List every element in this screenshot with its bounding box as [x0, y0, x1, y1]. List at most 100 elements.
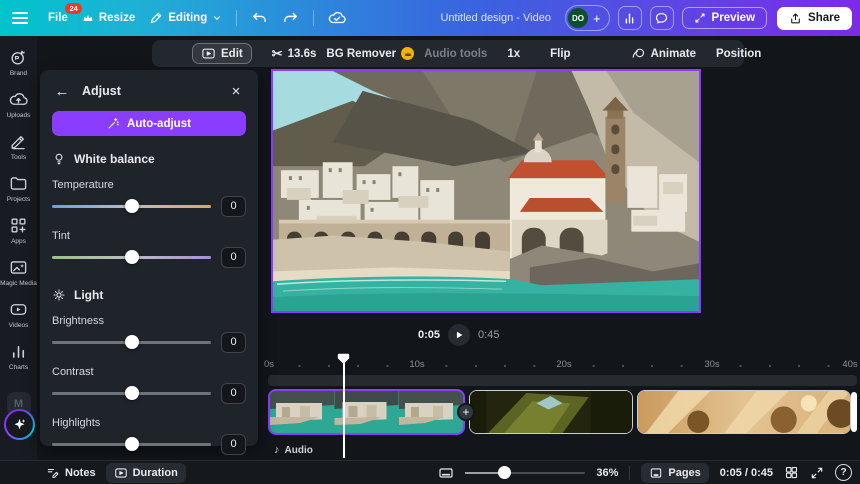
timeline-view-icon[interactable] [438, 465, 454, 481]
pages-icon [649, 466, 663, 480]
add-member-icon[interactable]: + [593, 11, 601, 26]
temperature-value[interactable]: 0 [221, 196, 246, 217]
charts-icon [9, 342, 28, 361]
fullscreen-icon[interactable] [810, 466, 824, 480]
play-button[interactable] [448, 324, 470, 346]
sidebar-item-charts[interactable]: Charts [0, 342, 37, 371]
redo-icon[interactable] [282, 10, 299, 27]
back-button[interactable]: ← [52, 81, 72, 101]
contrast-slider[interactable] [52, 392, 211, 395]
sidebar-item-brand[interactable]: Brand [0, 48, 37, 77]
file-menu-button[interactable]: File 24 [48, 12, 68, 24]
sidebar-item-apps[interactable]: Apps [0, 216, 37, 245]
notes-button[interactable]: Notes [46, 466, 96, 480]
bg-remover-button[interactable]: BG Remover [326, 47, 414, 60]
add-clip-button[interactable]: + [457, 403, 475, 421]
selected-video-canvas[interactable] [271, 69, 701, 313]
highlights-slider[interactable] [52, 443, 211, 446]
top-bar: File 24 Resize Editing Untitled design -… [0, 0, 860, 36]
auto-adjust-label: Auto-adjust [127, 118, 191, 130]
highlights-label: Highlights [52, 417, 246, 429]
timeline-clip-1-selected[interactable] [268, 389, 465, 435]
animate-button[interactable]: Animate [631, 46, 696, 61]
slider-thumb[interactable] [125, 199, 139, 213]
projects-icon [9, 174, 28, 193]
sidebar-item-label: Projects [7, 196, 30, 203]
editing-mode-dropdown[interactable]: Editing [149, 11, 222, 25]
resize-label: Resize [99, 12, 135, 24]
trim-button[interactable]: ✂ 13.6s [272, 46, 317, 62]
ruler-tick: 40s [839, 359, 860, 370]
insights-button[interactable] [618, 6, 642, 30]
preview-button[interactable]: Preview [682, 7, 767, 29]
video-edit-icon [201, 46, 216, 61]
pencil-icon [149, 11, 163, 25]
tint-slider[interactable] [52, 256, 211, 259]
brightness-slider[interactable] [52, 341, 211, 344]
ruler-tick: 10s [406, 359, 427, 370]
contrast-value[interactable]: 0 [221, 383, 246, 404]
playhead-line[interactable] [343, 355, 345, 458]
time-display: 0:05 / 0:45 [720, 467, 773, 479]
tint-value[interactable]: 0 [221, 247, 246, 268]
slider-thumb[interactable] [125, 437, 139, 451]
edit-label: Edit [221, 48, 243, 60]
audio-tools-button[interactable]: Audio tools [424, 48, 487, 60]
brand-icon [9, 48, 28, 67]
avatar[interactable]: DO [568, 8, 588, 28]
scene-strip[interactable] [268, 375, 857, 386]
help-button[interactable]: ? [835, 464, 852, 481]
ruler-tick: 30s [701, 359, 722, 370]
slider-thumb[interactable] [125, 250, 139, 264]
audio-track[interactable]: ♪ Audio [274, 444, 313, 456]
temperature-slider[interactable] [52, 205, 211, 208]
close-panel-button[interactable]: × [226, 81, 246, 101]
animate-icon [631, 46, 646, 61]
auto-adjust-button[interactable]: Auto-adjust [52, 111, 246, 136]
edit-video-button[interactable]: Edit [192, 43, 252, 64]
sidebar-item-tools[interactable]: Tools [0, 132, 37, 161]
undo-icon[interactable] [251, 10, 268, 27]
resize-button[interactable]: Resize [82, 12, 135, 24]
canva-assistant-button[interactable] [4, 409, 35, 440]
collaborators-group[interactable]: DO + [565, 5, 610, 31]
total-time: 0:45 [478, 329, 499, 341]
design-title[interactable]: Untitled design - Video [440, 12, 550, 24]
zoom-percent[interactable]: 36% [596, 467, 618, 479]
contrast-label: Contrast [52, 366, 246, 378]
sidebar-item-videos[interactable]: Videos [0, 300, 37, 329]
timeline-clip-2[interactable] [469, 390, 633, 434]
adjust-panel: ← Adjust × Auto-adjust White balance Tem… [40, 70, 258, 446]
duration-button[interactable]: Duration [106, 463, 186, 483]
highlights-value[interactable]: 0 [221, 434, 246, 455]
notes-icon [46, 466, 60, 480]
sidebar-item-magic-media[interactable]: Magic Media [0, 258, 37, 287]
main-menu-icon[interactable] [12, 12, 28, 24]
comments-button[interactable] [650, 6, 674, 30]
file-menu-label: File [48, 12, 68, 24]
share-button[interactable]: Share [777, 7, 852, 30]
position-button[interactable]: Position [716, 48, 761, 60]
brightness-value[interactable]: 0 [221, 332, 246, 353]
temperature-label: Temperature [52, 179, 246, 191]
flip-button[interactable]: Flip [550, 48, 570, 60]
share-label: Share [808, 12, 840, 24]
playhead-pin[interactable] [337, 353, 350, 365]
slider-thumb[interactable] [125, 386, 139, 400]
panel-title: Adjust [82, 84, 226, 98]
grid-view-icon[interactable] [784, 465, 799, 480]
slider-thumb[interactable] [125, 335, 139, 349]
sidebar-item-uploads[interactable]: Uploads [0, 90, 37, 119]
sidebar-item-label: Tools [11, 154, 26, 161]
clip-duration: 13.6s [288, 48, 317, 60]
clip-trim-handle[interactable] [851, 392, 857, 432]
clip1-thumbnails [270, 391, 463, 433]
playback-speed-button[interactable]: 1x [507, 48, 520, 60]
current-time: 0:05 [418, 329, 440, 341]
divider [236, 10, 237, 26]
zoom-slider-thumb[interactable] [498, 466, 511, 479]
pages-button[interactable]: Pages [641, 463, 708, 483]
timeline-zoom-slider[interactable] [465, 472, 585, 474]
timeline-clip-3[interactable] [637, 390, 851, 434]
sidebar-item-projects[interactable]: Projects [0, 174, 37, 203]
